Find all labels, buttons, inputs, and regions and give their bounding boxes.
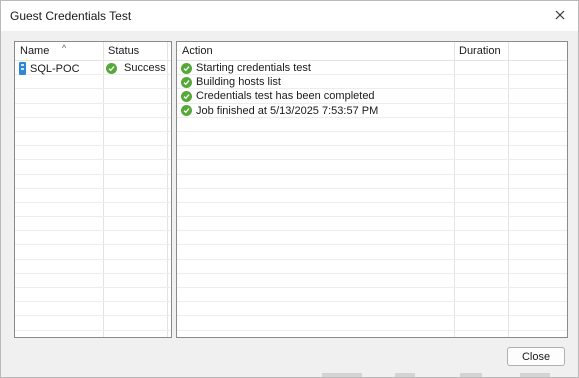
table-row	[177, 203, 567, 218]
table-row	[177, 160, 567, 175]
sort-up-icon: ^	[62, 43, 67, 53]
table-row	[15, 75, 171, 90]
table-row	[15, 260, 171, 274]
table-row	[15, 89, 171, 104]
hosts-rows: SQL-POC Success	[15, 61, 171, 331]
table-row	[177, 146, 567, 161]
check-circle-icon	[181, 76, 192, 88]
actions-log-header: Action Duration	[177, 42, 567, 61]
table-row	[15, 203, 171, 218]
column-divider	[508, 42, 509, 60]
table-row	[177, 288, 567, 303]
hosts-list-header: Name ^ Status	[15, 42, 171, 61]
status-text: Success	[124, 62, 166, 74]
action-text: Building hosts list	[196, 76, 281, 89]
table-row[interactable]: Building hosts list	[177, 75, 567, 90]
table-row	[15, 104, 171, 118]
table-row[interactable]: SQL-POC Success	[15, 61, 171, 76]
table-row[interactable]: Starting credentials test	[177, 61, 567, 76]
column-divider	[454, 42, 455, 60]
actions-rows: Starting credentials test Building hosts …	[177, 61, 567, 331]
close-icon	[555, 10, 565, 20]
action-text: Job finished at 5/13/2025 7:53:57 PM	[196, 104, 379, 117]
guest-credentials-test-dialog: Guest Credentials Test Name ^ Status SQL…	[0, 0, 579, 378]
action-cell: Building hosts list	[181, 76, 281, 88]
close-window-button[interactable]	[548, 4, 572, 26]
titlebar: Guest Credentials Test	[1, 1, 578, 31]
table-row	[177, 175, 567, 189]
table-row	[15, 118, 171, 132]
table-row	[15, 274, 171, 288]
table-row	[177, 132, 567, 147]
table-row	[15, 146, 171, 161]
action-cell: Job finished at 5/13/2025 7:53:57 PM	[181, 105, 378, 117]
table-row	[177, 260, 567, 274]
check-circle-icon	[181, 62, 192, 74]
action-cell: Credentials test has been completed	[181, 90, 375, 102]
background-window-edge	[460, 373, 482, 377]
column-header-duration[interactable]: Duration	[459, 45, 501, 57]
check-circle-icon	[181, 105, 192, 117]
column-header-action[interactable]: Action	[182, 45, 213, 57]
table-row	[15, 160, 171, 175]
table-row	[15, 189, 171, 203]
action-text: Credentials test has been completed	[196, 90, 375, 103]
table-row	[177, 274, 567, 288]
action-text: Starting credentials test	[196, 62, 311, 74]
table-row	[15, 175, 171, 189]
table-row	[177, 217, 567, 232]
background-window-edge	[322, 373, 362, 377]
server-icon	[19, 62, 26, 75]
host-name-cell: SQL-POC	[19, 62, 80, 75]
actions-log[interactable]: Action Duration Starting credentials tes…	[176, 41, 568, 338]
dialog-title: Guest Credentials Test	[10, 9, 132, 23]
table-row	[177, 189, 567, 203]
table-row[interactable]: Job finished at 5/13/2025 7:53:57 PM	[177, 104, 567, 118]
table-row	[177, 231, 567, 246]
table-row	[177, 302, 567, 317]
table-row	[15, 245, 171, 260]
action-cell: Starting credentials test	[181, 62, 311, 74]
column-header-name[interactable]: Name ^	[20, 43, 66, 57]
table-row	[15, 217, 171, 232]
table-row	[15, 302, 171, 317]
table-row	[177, 118, 567, 132]
table-row	[177, 245, 567, 260]
table-row	[15, 288, 171, 303]
table-row	[15, 231, 171, 246]
background-window-edge	[520, 373, 550, 377]
column-divider	[103, 42, 104, 60]
host-status-cell: Success	[106, 62, 166, 74]
table-row[interactable]: Credentials test has been completed	[177, 89, 567, 104]
close-button[interactable]: Close	[507, 347, 565, 366]
hosts-list[interactable]: Name ^ Status SQL-POC Success	[14, 41, 172, 338]
check-circle-icon	[181, 90, 192, 102]
table-row	[15, 316, 171, 331]
background-window-edge	[395, 373, 415, 377]
table-row	[15, 132, 171, 147]
column-header-status[interactable]: Status	[108, 45, 139, 57]
table-row	[177, 316, 567, 331]
host-name: SQL-POC	[30, 62, 80, 75]
check-circle-icon	[106, 62, 117, 74]
